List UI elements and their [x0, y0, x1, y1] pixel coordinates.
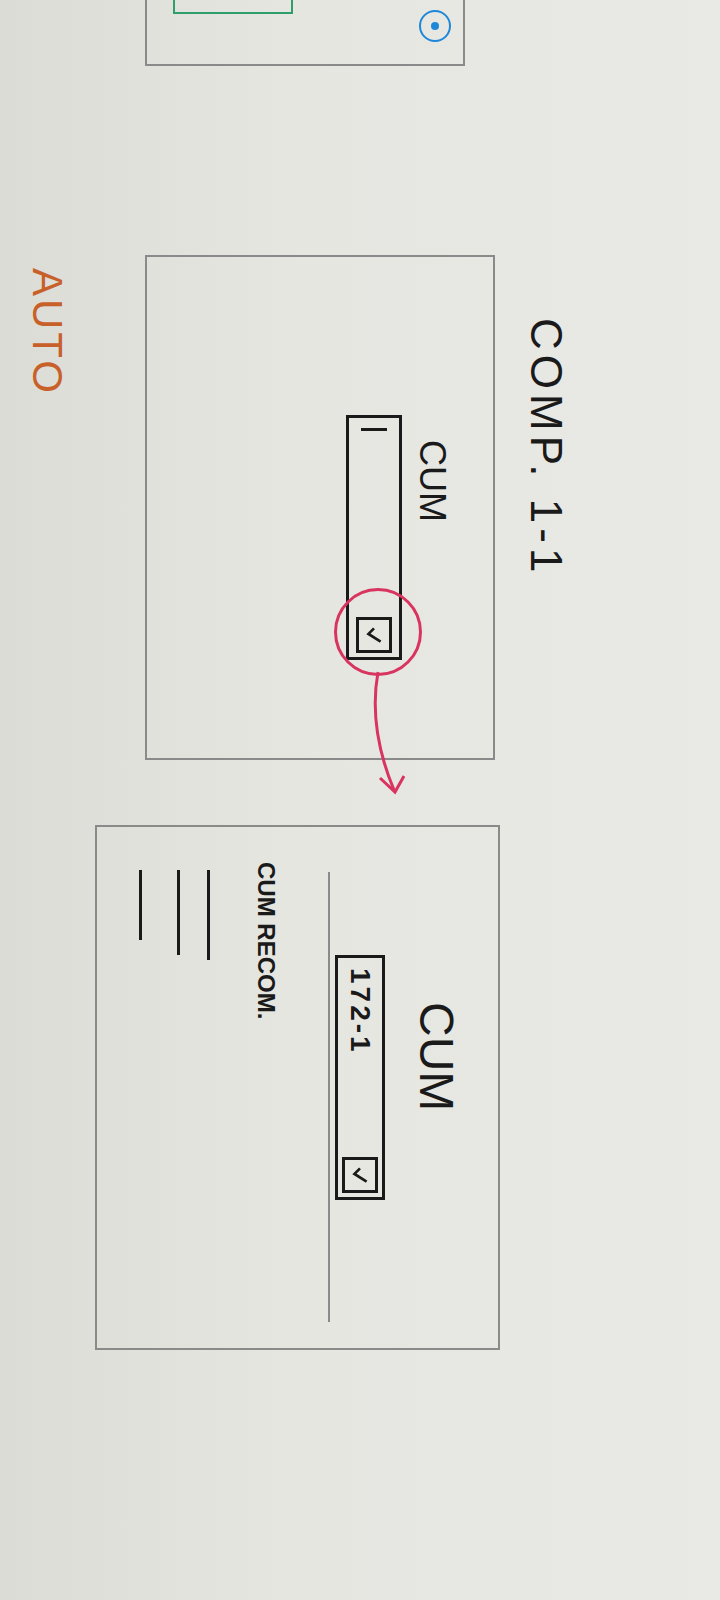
sketch-page: AUTO COMP. 1-1 CUM CUM 172-1 CUM RECOM. [0, 0, 720, 1600]
sheet-title: COMP. 1-1 [522, 318, 570, 577]
input-field[interactable]: 172-1 [335, 955, 385, 1200]
placeholder-line [207, 870, 210, 960]
previous-screen [145, 0, 465, 66]
green-mark-icon [173, 0, 293, 14]
field-label: CUM [412, 440, 452, 522]
field-checkbox[interactable] [342, 1157, 378, 1193]
blue-circle-icon [419, 10, 451, 42]
highlight-circle [334, 588, 422, 676]
divider [328, 872, 330, 1322]
check-icon [349, 1164, 371, 1186]
text-caret [361, 428, 387, 431]
field-checkbox[interactable] [356, 617, 392, 653]
check-icon [363, 624, 385, 646]
field-value: 172-1 [344, 968, 376, 1149]
recommendation-caption: CUM RECOM. [251, 862, 280, 1019]
placeholder-line [177, 870, 180, 955]
screen-title: CUM [409, 1002, 462, 1111]
input-field[interactable] [346, 415, 402, 660]
arrow-icon [360, 668, 420, 808]
auto-note: AUTO [24, 268, 70, 396]
placeholder-line [139, 870, 142, 940]
sketch-canvas: AUTO COMP. 1-1 CUM CUM 172-1 CUM RECOM. [0, 0, 720, 1600]
